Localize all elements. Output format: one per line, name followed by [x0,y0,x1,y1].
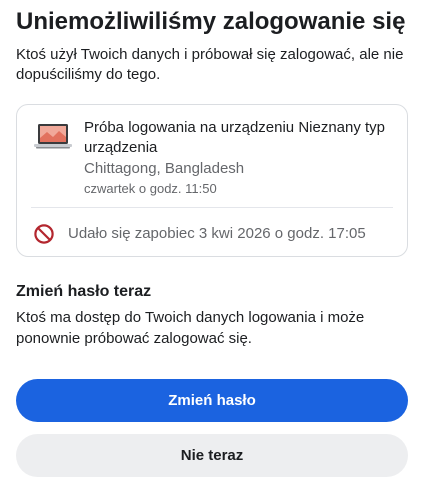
blocked-row: Udało się zapobiec 3 kwi 2026 o godz. 17… [17,208,407,258]
attempt-time: czwartek o godz. 11:50 [84,181,217,196]
change-password-button[interactable]: Zmień hasło [16,379,408,422]
login-attempt-card: Próba logowania na urządzeniu Nieznany t… [16,104,408,257]
laptop-icon [34,124,72,149]
not-now-button[interactable]: Nie teraz [16,434,408,477]
device-location: Chittagong, Bangladesh [84,160,245,177]
login-blocked-screen: Uniemożliwiliśmy zalogowanie się Ktoś uż… [0,0,424,499]
intro-text: Ktoś użył Twoich danych i próbował się z… [16,46,404,83]
device-name: Próba logowania na urządzeniu Nieznany t… [84,119,386,156]
change-password-heading: Zmień hasło teraz [16,283,152,300]
blocked-status-text: Udało się zapobiec 3 kwi 2026 o godz. 17… [68,225,366,242]
blocked-icon [34,224,54,244]
page-title: Uniemożliwiliśmy zalogowanie się [16,8,406,35]
device-row: Próba logowania na urządzeniu Nieznany t… [17,105,407,205]
device-info: Próba logowania na urządzeniu Nieznany t… [84,118,394,198]
change-password-text: Ktoś ma dostęp do Twoich danych logowani… [16,309,365,347]
